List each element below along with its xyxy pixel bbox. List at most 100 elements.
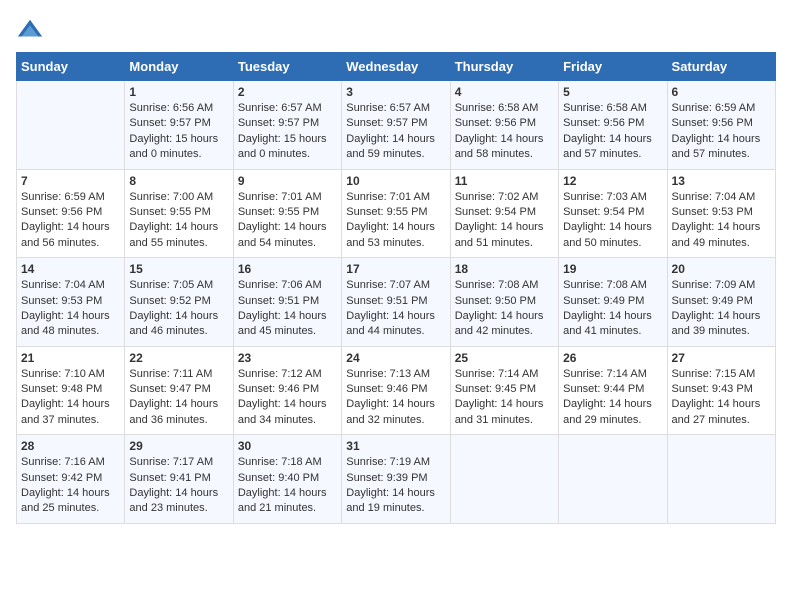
- day-content: Sunrise: 7:14 AM Sunset: 9:45 PM Dayligh…: [455, 367, 554, 429]
- day-content: Sunrise: 7:08 AM Sunset: 9:50 PM Dayligh…: [455, 278, 554, 340]
- day-number: 4: [455, 85, 554, 99]
- calendar-cell: 19 Sunrise: 7:08 AM Sunset: 9:49 PM Dayli…: [559, 258, 667, 347]
- day-number: 3: [346, 85, 445, 99]
- calendar-cell: [559, 435, 667, 524]
- day-content: Sunrise: 6:59 AM Sunset: 9:56 PM Dayligh…: [672, 101, 771, 163]
- day-content: Sunrise: 7:02 AM Sunset: 9:54 PM Dayligh…: [455, 190, 554, 252]
- day-number: 30: [238, 439, 337, 453]
- calendar-cell: 23Sunrise: 7:12 AM Sunset: 9:46 PM Dayli…: [233, 346, 341, 435]
- calendar-cell: 28 Sunrise: 7:16 AM Sunset: 9:42 PM Dayli…: [17, 435, 125, 524]
- header-day-friday: Friday: [559, 53, 667, 81]
- header-day-tuesday: Tuesday: [233, 53, 341, 81]
- calendar-cell: 26 Sunrise: 7:14 AM Sunset: 9:44 PM Dayli…: [559, 346, 667, 435]
- calendar-cell: 31 Sunrise: 7:19 AM Sunset: 9:39 PM Dayli…: [342, 435, 450, 524]
- day-content: Sunrise: 7:16 AM Sunset: 9:42 PM Dayligh…: [21, 455, 120, 517]
- calendar-cell: [17, 81, 125, 170]
- header-day-saturday: Saturday: [667, 53, 775, 81]
- calendar-week-row: 21 Sunrise: 7:10 AM Sunset: 9:48 PM Dayli…: [17, 346, 776, 435]
- day-content: Sunrise: 6:57 AM Sunset: 9:57 PM Dayligh…: [346, 101, 445, 163]
- header-day-monday: Monday: [125, 53, 233, 81]
- calendar-cell: 25 Sunrise: 7:14 AM Sunset: 9:45 PM Dayli…: [450, 346, 558, 435]
- day-number: 7: [21, 174, 120, 188]
- day-number: 12: [563, 174, 662, 188]
- calendar-cell: 30Sunrise: 7:18 AM Sunset: 9:40 PM Dayli…: [233, 435, 341, 524]
- day-number: 26: [563, 351, 662, 365]
- calendar-cell: 7 Sunrise: 6:59 AM Sunset: 9:56 PM Daylig…: [17, 169, 125, 258]
- calendar-header-row: SundayMondayTuesdayWednesdayThursdayFrid…: [17, 53, 776, 81]
- day-content: Sunrise: 6:56 AM Sunset: 9:57 PM Dayligh…: [129, 101, 228, 163]
- day-content: Sunrise: 7:04 AM Sunset: 9:53 PM Dayligh…: [672, 190, 771, 252]
- calendar-cell: 21 Sunrise: 7:10 AM Sunset: 9:48 PM Dayli…: [17, 346, 125, 435]
- calendar-cell: 24 Sunrise: 7:13 AM Sunset: 9:46 PM Dayli…: [342, 346, 450, 435]
- day-content: Sunrise: 7:04 AM Sunset: 9:53 PM Dayligh…: [21, 278, 120, 340]
- calendar-cell: 5Sunrise: 6:58 AM Sunset: 9:56 PM Daylig…: [559, 81, 667, 170]
- day-number: 10: [346, 174, 445, 188]
- day-number: 5: [563, 85, 662, 99]
- day-number: 24: [346, 351, 445, 365]
- day-number: 15: [129, 262, 228, 276]
- day-number: 29: [129, 439, 228, 453]
- day-content: Sunrise: 7:19 AM Sunset: 9:39 PM Dayligh…: [346, 455, 445, 517]
- logo-icon: [16, 16, 44, 44]
- day-number: 28: [21, 439, 120, 453]
- calendar-cell: 20 Sunrise: 7:09 AM Sunset: 9:49 PM Dayli…: [667, 258, 775, 347]
- calendar-cell: [450, 435, 558, 524]
- day-number: 9: [238, 174, 337, 188]
- calendar-cell: 17 Sunrise: 7:07 AM Sunset: 9:51 PM Dayli…: [342, 258, 450, 347]
- day-number: 1: [129, 85, 228, 99]
- day-number: 13: [672, 174, 771, 188]
- day-content: Sunrise: 6:58 AM Sunset: 9:56 PM Dayligh…: [455, 101, 554, 163]
- day-content: Sunrise: 7:05 AM Sunset: 9:52 PM Dayligh…: [129, 278, 228, 340]
- day-number: 31: [346, 439, 445, 453]
- day-content: Sunrise: 7:14 AM Sunset: 9:44 PM Dayligh…: [563, 367, 662, 429]
- calendar-table: SundayMondayTuesdayWednesdayThursdayFrid…: [16, 52, 776, 524]
- day-number: 20: [672, 262, 771, 276]
- calendar-week-row: 1 Sunrise: 6:56 AM Sunset: 9:57 PM Daylig…: [17, 81, 776, 170]
- calendar-cell: 6Sunrise: 6:59 AM Sunset: 9:56 PM Daylig…: [667, 81, 775, 170]
- day-number: 18: [455, 262, 554, 276]
- day-number: 2: [238, 85, 337, 99]
- calendar-cell: 15 Sunrise: 7:05 AM Sunset: 9:52 PM Dayli…: [125, 258, 233, 347]
- calendar-cell: 22Sunrise: 7:11 AM Sunset: 9:47 PM Dayli…: [125, 346, 233, 435]
- calendar-week-row: 14 Sunrise: 7:04 AM Sunset: 9:53 PM Dayli…: [17, 258, 776, 347]
- calendar-cell: 18 Sunrise: 7:08 AM Sunset: 9:50 PM Dayli…: [450, 258, 558, 347]
- calendar-cell: 4 Sunrise: 6:58 AM Sunset: 9:56 PM Daylig…: [450, 81, 558, 170]
- day-number: 17: [346, 262, 445, 276]
- calendar-week-row: 28 Sunrise: 7:16 AM Sunset: 9:42 PM Dayli…: [17, 435, 776, 524]
- day-content: Sunrise: 7:08 AM Sunset: 9:49 PM Dayligh…: [563, 278, 662, 340]
- day-content: Sunrise: 7:09 AM Sunset: 9:49 PM Dayligh…: [672, 278, 771, 340]
- calendar-cell: [667, 435, 775, 524]
- day-number: 22: [129, 351, 228, 365]
- calendar-cell: 29 Sunrise: 7:17 AM Sunset: 9:41 PM Dayli…: [125, 435, 233, 524]
- calendar-cell: 9Sunrise: 7:01 AM Sunset: 9:55 PM Daylig…: [233, 169, 341, 258]
- calendar-cell: 3 Sunrise: 6:57 AM Sunset: 9:57 PM Daylig…: [342, 81, 450, 170]
- page-header: [16, 16, 776, 44]
- day-content: Sunrise: 7:01 AM Sunset: 9:55 PM Dayligh…: [346, 190, 445, 252]
- day-number: 8: [129, 174, 228, 188]
- calendar-cell: 10 Sunrise: 7:01 AM Sunset: 9:55 PM Dayli…: [342, 169, 450, 258]
- calendar-cell: 11 Sunrise: 7:02 AM Sunset: 9:54 PM Dayli…: [450, 169, 558, 258]
- calendar-cell: 13 Sunrise: 7:04 AM Sunset: 9:53 PM Dayli…: [667, 169, 775, 258]
- day-content: Sunrise: 7:10 AM Sunset: 9:48 PM Dayligh…: [21, 367, 120, 429]
- day-content: Sunrise: 7:17 AM Sunset: 9:41 PM Dayligh…: [129, 455, 228, 517]
- header-day-wednesday: Wednesday: [342, 53, 450, 81]
- day-content: Sunrise: 6:57 AM Sunset: 9:57 PM Dayligh…: [238, 101, 337, 163]
- day-number: 25: [455, 351, 554, 365]
- day-number: 23: [238, 351, 337, 365]
- calendar-cell: 1 Sunrise: 6:56 AM Sunset: 9:57 PM Daylig…: [125, 81, 233, 170]
- calendar-week-row: 7 Sunrise: 6:59 AM Sunset: 9:56 PM Daylig…: [17, 169, 776, 258]
- day-content: Sunrise: 7:07 AM Sunset: 9:51 PM Dayligh…: [346, 278, 445, 340]
- logo: [16, 16, 48, 44]
- day-content: Sunrise: 7:13 AM Sunset: 9:46 PM Dayligh…: [346, 367, 445, 429]
- day-number: 21: [21, 351, 120, 365]
- day-content: Sunrise: 7:00 AM Sunset: 9:55 PM Dayligh…: [129, 190, 228, 252]
- day-content: Sunrise: 6:59 AM Sunset: 9:56 PM Dayligh…: [21, 190, 120, 252]
- day-number: 19: [563, 262, 662, 276]
- day-number: 27: [672, 351, 771, 365]
- calendar-cell: 2 Sunrise: 6:57 AM Sunset: 9:57 PM Daylig…: [233, 81, 341, 170]
- day-number: 14: [21, 262, 120, 276]
- calendar-cell: 8 Sunrise: 7:00 AM Sunset: 9:55 PM Daylig…: [125, 169, 233, 258]
- calendar-cell: 27Sunrise: 7:15 AM Sunset: 9:43 PM Dayli…: [667, 346, 775, 435]
- day-number: 11: [455, 174, 554, 188]
- calendar-cell: 16Sunrise: 7:06 AM Sunset: 9:51 PM Dayli…: [233, 258, 341, 347]
